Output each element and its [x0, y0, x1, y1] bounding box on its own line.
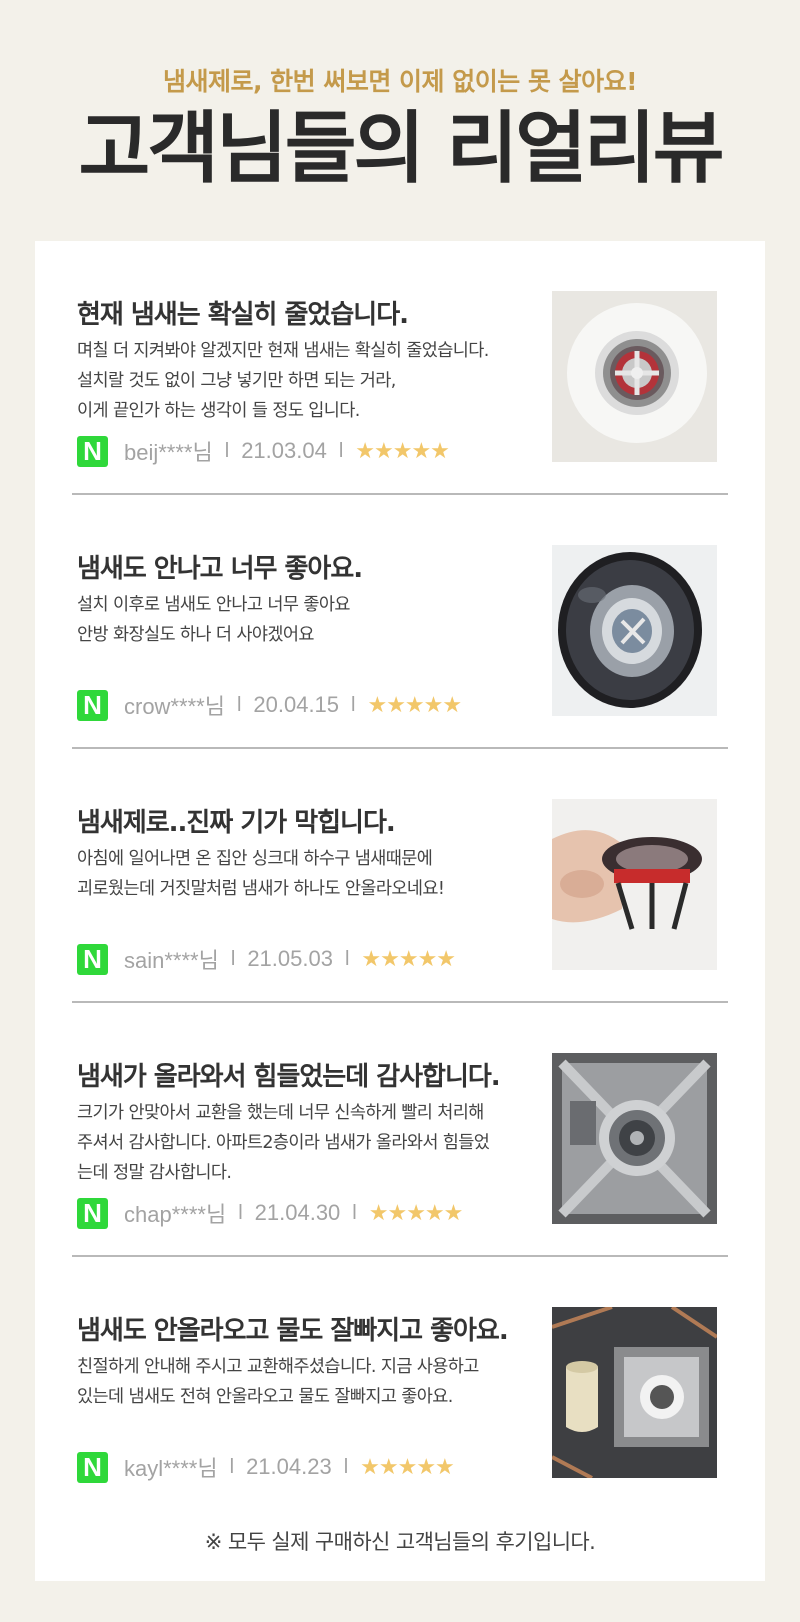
meta-separator: l [338, 439, 344, 462]
review-item: 냄새도 안올라오고 물도 잘빠지고 좋아요. 친절하게 안내해 주시고 교환해주… [35, 1257, 765, 1511]
meta-separator: l [238, 1201, 243, 1224]
reviews-card: 현재 냄새는 확실히 줄었습니다. 며칠 더 지켜봐야 알겠지만 현재 냄새는 … [35, 241, 765, 1581]
review-body-line: 이게 끝인가 하는 생각이 들 정도 입니다. [77, 401, 360, 421]
review-title: 현재 냄새는 확실히 줄었습니다. [77, 300, 409, 330]
review-title: 냄새도 안나고 너무 좋아요. [77, 554, 363, 584]
review-body: 며칠 더 지켜봐야 알겠지만 현재 냄새는 확실히 줄었습니다. 설치랄 것도 … [77, 336, 537, 426]
review-body-line: 설치랄 것도 없이 그냥 넣기만 하면 되는 거라, [77, 371, 396, 391]
review-meta: N crow****님 l 20.04.15 l ★★★★★ [77, 689, 462, 721]
review-date: 21.04.23 [246, 1454, 332, 1479]
reviewer-id: beij****님 [124, 440, 213, 465]
review-body: 친절하게 안내해 주시고 교환해주셨습니다. 지금 사용하고 있는데 냄새도 전… [77, 1352, 537, 1412]
review-title: 냄새가 올라와서 힘들었는데 감사합니다. [77, 1062, 501, 1092]
review-body-line: 안방 화장실도 하나 더 사야겠어요 [77, 625, 314, 645]
footer-note: ※ 모두 실제 구매하신 고객님들의 후기입니다. [204, 1530, 596, 1554]
star-rating: ★★★★★ [360, 1454, 455, 1479]
review-date: 20.04.15 [253, 692, 340, 717]
meta-separator: l [229, 1455, 235, 1478]
meta-separator: l [351, 693, 356, 716]
review-item: 냄새제로..진짜 기가 막힙니다. 아침에 일어나면 온 집안 싱크대 하수구 … [35, 749, 765, 1003]
review-body-line: 아침에 일어나면 온 집안 싱크대 하수구 냄새때문에 [77, 849, 433, 869]
review-photo [552, 291, 717, 462]
header: 냄새제로, 한번 써보면 이제 없이는 못 살아요! 고객님들의 리얼리뷰 [0, 0, 800, 240]
review-photo [552, 799, 717, 970]
review-title: 냄새제로..진짜 기가 막힙니다. [77, 808, 396, 838]
review-meta: N beij****님 l 21.03.04 l ★★★★★ [77, 435, 450, 467]
star-rating: ★★★★★ [368, 1200, 464, 1225]
meta-separator: l [224, 439, 230, 462]
review-body: 설치 이후로 냄새도 안나고 너무 좋아요 안방 화장실도 하나 더 사야겠어요 [77, 590, 537, 650]
page-subtitle: 냄새제로, 한번 써보면 이제 없이는 못 살아요! [162, 67, 638, 96]
review-item: 냄새가 올라와서 힘들었는데 감사합니다. 크기가 안맞아서 교환을 했는데 너… [35, 1003, 765, 1257]
meta-separator: l [344, 947, 350, 970]
review-title: 냄새도 안올라오고 물도 잘빠지고 좋아요. [77, 1316, 509, 1346]
star-rating: ★★★★★ [355, 438, 450, 463]
review-body-line: 친절하게 안내해 주시고 교환해주셨습니다. 지금 사용하고 [77, 1357, 479, 1377]
naver-logo-icon: N [77, 435, 108, 467]
review-body-line: 는데 정말 감사합니다. [77, 1163, 232, 1183]
meta-separator: l [343, 1455, 349, 1478]
review-body-line: 크기가 안맞아서 교환을 했는데 너무 신속하게 빨리 처리해 [77, 1103, 484, 1123]
review-body: 크기가 안맞아서 교환을 했는데 너무 신속하게 빨리 처리해 주셔서 감사합니… [77, 1098, 537, 1188]
review-photo [552, 1307, 717, 1478]
reviewer-id: crow****님 [124, 694, 225, 719]
review-meta: N chap****님 l 21.04.30 l ★★★★★ [77, 1197, 464, 1229]
reviewer-id: chap****님 [124, 1202, 227, 1227]
page-title: 고객님들의 리얼리뷰 [78, 104, 725, 194]
review-date: 21.03.04 [241, 438, 327, 463]
review-photo [552, 1053, 717, 1224]
review-date: 21.05.03 [247, 946, 333, 971]
review-body: 아침에 일어나면 온 집안 싱크대 하수구 냄새때문에 괴로웠는데 거짓말처럼 … [77, 844, 537, 904]
review-photo [552, 545, 717, 716]
review-body-line: 주셔서 감사합니다. 아파트2층이라 냄새가 올라와서 힘들었 [77, 1133, 490, 1153]
meta-separator: l [352, 1201, 357, 1224]
review-item: 현재 냄새는 확실히 줄었습니다. 며칠 더 지켜봐야 알겠지만 현재 냄새는 … [35, 241, 765, 495]
review-date: 21.04.30 [254, 1200, 341, 1225]
meta-separator: l [236, 693, 242, 716]
reviewer-id: kayl****님 [124, 1456, 218, 1481]
review-body-line: 며칠 더 지켜봐야 알겠지만 현재 냄새는 확실히 줄었습니다. [77, 341, 489, 361]
star-rating: ★★★★★ [361, 946, 456, 971]
review-body-line: 있는데 냄새도 전혀 안올라오고 물도 잘빠지고 좋아요. [77, 1387, 453, 1407]
star-rating: ★★★★★ [367, 692, 462, 717]
review-meta: N kayl****님 l 21.04.23 l ★★★★★ [77, 1451, 455, 1483]
review-meta: N sain****님 l 21.05.03 l ★★★★★ [77, 943, 456, 975]
naver-logo-icon: N [77, 1451, 108, 1483]
naver-logo-icon: N [77, 943, 108, 975]
review-item: 냄새도 안나고 너무 좋아요. 설치 이후로 냄새도 안나고 너무 좋아요 안방… [35, 495, 765, 749]
meta-separator: l [230, 947, 236, 970]
reviewer-id: sain****님 [124, 948, 219, 973]
review-body-line: 괴로웠는데 거짓말처럼 냄새가 하나도 안올라오네요! [77, 879, 445, 899]
review-body-line: 설치 이후로 냄새도 안나고 너무 좋아요 [77, 595, 350, 615]
naver-logo-icon: N [77, 1197, 108, 1229]
naver-logo-icon: N [77, 689, 108, 721]
